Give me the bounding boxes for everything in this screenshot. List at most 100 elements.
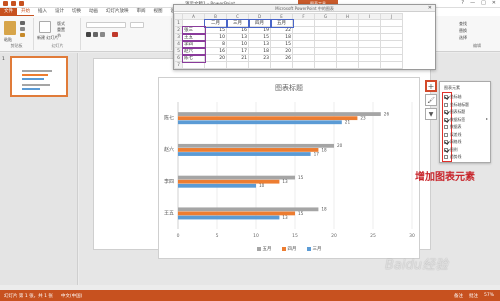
save-icon[interactable] (3, 1, 8, 6)
new-slide-icon[interactable] (39, 21, 51, 33)
cell[interactable] (380, 19, 403, 27)
font-size-dropdown[interactable] (130, 22, 144, 28)
section-button[interactable]: 节 (57, 33, 61, 39)
cell[interactable] (336, 19, 359, 27)
checkbox[interactable] (444, 102, 448, 107)
data-grid[interactable]: A B C D E F G H I J 1 二月 三月 四月 五月 2 张三 1… (174, 13, 403, 69)
checkbox[interactable] (444, 132, 448, 137)
checkbox[interactable] (444, 110, 448, 114)
tab-home[interactable]: 开始 (17, 8, 34, 16)
close-button[interactable]: ✕ (492, 0, 496, 6)
cell[interactable]: 王五 (181, 32, 206, 42)
cell[interactable]: 13 (248, 40, 271, 48)
cell[interactable]: 20 (204, 54, 227, 62)
cell[interactable]: 18 (270, 33, 293, 41)
cell[interactable] (314, 26, 337, 34)
cell[interactable]: 赵六 (181, 46, 206, 56)
cell[interactable] (314, 61, 337, 69)
cell[interactable] (314, 47, 337, 55)
cell[interactable] (380, 47, 403, 55)
chart-element-option[interactable]: 误差线 (444, 132, 461, 138)
row-number[interactable]: 4 (174, 40, 183, 48)
row-number[interactable]: 3 (174, 33, 183, 41)
chart-element-option[interactable]: 网格线 (444, 139, 461, 145)
cell[interactable]: 26 (270, 54, 293, 62)
replace-button[interactable]: 替换 (459, 28, 467, 34)
chart-element-option[interactable]: 图表标题 (444, 109, 465, 115)
cell[interactable]: 16 (204, 47, 227, 55)
copy-icon[interactable] (20, 27, 25, 31)
row-number[interactable]: 1 (174, 19, 183, 27)
language-status[interactable]: 中文(中国) (61, 293, 83, 299)
chart-element-option[interactable]: 数据标签 (444, 117, 465, 123)
cell[interactable]: 8 (204, 40, 227, 48)
undo-icon[interactable] (11, 1, 16, 6)
cell[interactable] (336, 26, 359, 34)
cell[interactable]: 10 (226, 40, 249, 48)
cell[interactable] (182, 61, 205, 69)
cell[interactable]: 三月 (225, 18, 250, 28)
cell[interactable] (204, 61, 227, 69)
tab-slideshow[interactable]: 幻灯片放映 (102, 8, 133, 16)
tab-animations[interactable]: 动画 (85, 8, 102, 16)
cell[interactable] (336, 47, 359, 55)
tab-review[interactable]: 审阅 (133, 8, 150, 16)
paste-icon[interactable] (4, 21, 16, 35)
checkbox[interactable] (444, 155, 448, 159)
tab-view[interactable]: 视图 (150, 8, 167, 16)
cell[interactable] (358, 40, 381, 48)
comments-button[interactable]: 批注 (469, 293, 478, 299)
checkbox[interactable] (444, 125, 448, 129)
chart[interactable]: 图表标题 0 5 10 15 20 25 30 18 15 13 王五 15 13 10 李四 20 18 17 赵… (158, 77, 420, 259)
tab-insert[interactable]: 插入 (34, 8, 51, 16)
sheet-titlebar[interactable]: Microsoft PowerPoint 中的图表 ✕ (174, 5, 435, 12)
row-number[interactable]: 7 (174, 61, 183, 69)
cell[interactable]: 16 (226, 26, 249, 34)
cut-icon[interactable] (20, 21, 25, 25)
cell[interactable]: 陈七 (181, 53, 206, 63)
cell[interactable] (380, 40, 403, 48)
row-number[interactable]: 6 (174, 54, 183, 62)
zoom-level[interactable]: 57% (484, 293, 494, 299)
new-slide-label[interactable]: 新建 幻灯片 (37, 35, 58, 41)
cell[interactable] (380, 26, 403, 34)
cell[interactable]: 23 (248, 54, 271, 62)
format-painter-icon[interactable] (20, 33, 25, 37)
bold-icon[interactable] (86, 32, 91, 37)
cell[interactable] (292, 47, 315, 55)
cell[interactable] (314, 40, 337, 48)
cell[interactable] (358, 47, 381, 55)
cell[interactable] (292, 26, 315, 34)
cell[interactable]: 15 (248, 33, 271, 41)
cell[interactable]: 17 (226, 47, 249, 55)
chart-element-option[interactable]: 趋势线 (444, 154, 461, 160)
cell[interactable] (336, 33, 359, 41)
cell[interactable] (358, 19, 381, 27)
cell[interactable] (358, 26, 381, 34)
cell[interactable]: 15 (270, 40, 293, 48)
chart-element-option[interactable]: 坐标轴标题 (444, 102, 469, 108)
cell[interactable] (358, 61, 381, 69)
cell[interactable]: 四月 (247, 18, 272, 28)
cell[interactable]: 张三 (181, 25, 206, 35)
tab-file[interactable]: 文件 (0, 8, 17, 16)
cell[interactable] (380, 61, 403, 69)
chart-element-option[interactable]: 坐标轴 (444, 94, 461, 100)
redo-icon[interactable] (19, 1, 24, 6)
notes-button[interactable]: 备注 (454, 293, 463, 299)
row-number[interactable]: 2 (174, 26, 183, 34)
cell[interactable]: 22 (270, 26, 293, 34)
find-button[interactable]: 查找 (459, 21, 467, 27)
cell[interactable] (314, 33, 337, 41)
chart-element-option[interactable]: 数据表 (444, 124, 461, 130)
cell[interactable] (336, 61, 359, 69)
cell[interactable]: 20 (270, 47, 293, 55)
cell[interactable] (270, 61, 293, 69)
cell[interactable]: 21 (226, 54, 249, 62)
cell[interactable]: 李四 (181, 39, 206, 49)
cell[interactable] (314, 54, 337, 62)
cell[interactable] (336, 40, 359, 48)
row-number[interactable]: 5 (174, 47, 183, 55)
sheet-close-icon[interactable]: ✕ (428, 5, 432, 12)
cell[interactable] (380, 54, 403, 62)
